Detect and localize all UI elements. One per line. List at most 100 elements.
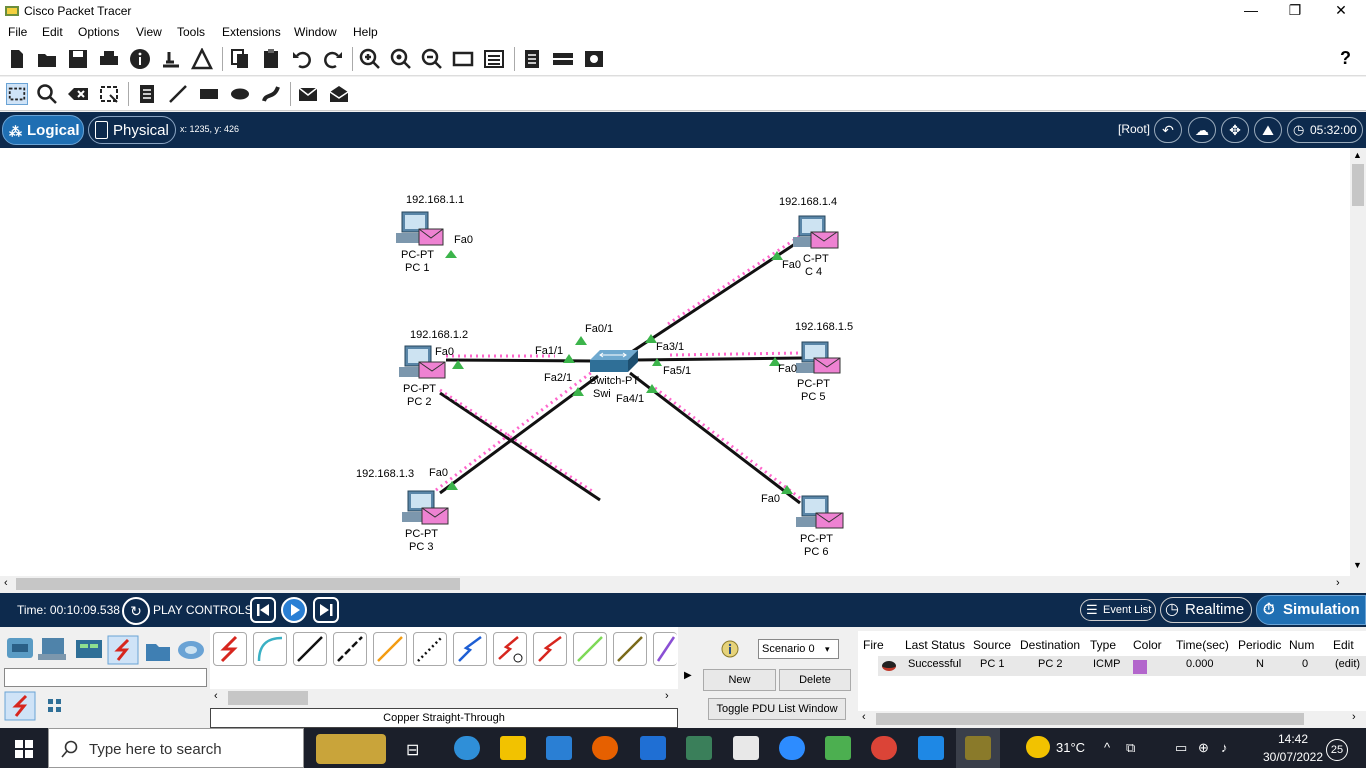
maximize-button[interactable]: ❐ — [1272, 0, 1318, 22]
inspect-icon[interactable] — [36, 83, 58, 105]
task-view-icon[interactable]: ⊟ — [406, 740, 419, 760]
console-cable-button[interactable] — [253, 632, 287, 666]
media-player-icon[interactable] — [686, 736, 712, 760]
draw-line-icon[interactable] — [167, 83, 189, 105]
pc4-icon[interactable] — [793, 215, 839, 249]
battery-icon[interactable]: ▭ — [1175, 740, 1187, 756]
pc5-icon[interactable] — [796, 341, 841, 374]
serial-dte-button[interactable] — [533, 632, 567, 666]
zoom-out-icon[interactable] — [421, 48, 443, 70]
info-icon[interactable] — [129, 48, 151, 70]
resize-shape-icon[interactable] — [98, 83, 120, 105]
phone-cable-button[interactable] — [413, 632, 447, 666]
info-icon[interactable] — [721, 640, 739, 658]
drawing-palette-icon[interactable] — [452, 48, 474, 70]
switch-icon[interactable] — [590, 350, 638, 372]
help-icon[interactable]: ? — [1340, 48, 1351, 69]
root-breadcrumb[interactable]: [Root] — [1118, 122, 1150, 136]
menu-edit[interactable]: Edit — [42, 25, 63, 39]
taskbar-search-box[interactable]: Type here to search — [48, 728, 304, 768]
back-icon[interactable]: ↶ — [1154, 117, 1182, 143]
delete-scenario-button[interactable]: Delete — [779, 669, 851, 691]
header-type[interactable]: Type — [1090, 638, 1116, 652]
miscellaneous-icon[interactable] — [146, 644, 170, 661]
logical-tab[interactable]: ⁂ Logical — [2, 115, 84, 145]
link-pc4[interactable] — [629, 234, 801, 355]
new-scenario-button[interactable]: New — [703, 669, 776, 691]
link-pc3[interactable] — [435, 370, 599, 495]
menu-tools[interactable]: Tools — [177, 25, 205, 39]
redo-icon[interactable] — [322, 48, 344, 70]
system-date[interactable]: 30/07/2022 — [1256, 750, 1330, 764]
event-list-button[interactable]: ☰ Event List — [1080, 599, 1156, 621]
header-edit[interactable]: Edit — [1333, 638, 1354, 652]
fiber-button[interactable] — [373, 632, 407, 666]
scroll-right-icon[interactable]: › — [1336, 577, 1340, 589]
simulation-mode-button[interactable]: ⏱ Simulation — [1256, 595, 1366, 625]
file-explorer-icon[interactable] — [500, 736, 526, 760]
fire-indicator-icon[interactable] — [882, 661, 896, 671]
photos-icon[interactable] — [918, 736, 944, 760]
pdu-scroll-thumb[interactable] — [876, 713, 1304, 725]
edge-icon[interactable] — [454, 736, 480, 760]
place-note-icon[interactable] — [136, 83, 158, 105]
notification-count[interactable]: 25 — [1326, 739, 1348, 761]
grid-view-icon[interactable] — [46, 697, 64, 715]
draw-rectangle-icon[interactable] — [198, 83, 220, 105]
undo-icon[interactable] — [291, 48, 313, 70]
background-icon[interactable]: ⛰ — [1254, 117, 1282, 143]
copy-icon[interactable] — [229, 48, 251, 70]
end-devices-icon[interactable] — [38, 638, 66, 660]
activity-wizard-icon[interactable] — [191, 48, 213, 70]
header-last-status[interactable]: Last Status — [905, 638, 965, 652]
save-icon[interactable] — [67, 48, 89, 70]
menu-options[interactable]: Options — [78, 25, 119, 39]
toggle-pdu-list-button[interactable]: Toggle PDU List Window — [708, 698, 846, 720]
open-folder-icon[interactable] — [36, 48, 58, 70]
weather-temperature[interactable]: 31°C — [1056, 740, 1085, 755]
vertical-scroll-thumb[interactable] — [1352, 164, 1364, 206]
zoom-in-icon[interactable] — [359, 48, 381, 70]
system-time[interactable]: 14:42 — [1264, 732, 1322, 746]
scroll-down-icon[interactable]: ▼ — [1353, 560, 1362, 570]
network-devices-icon[interactable] — [7, 638, 33, 658]
custom-device-icon[interactable] — [483, 48, 505, 70]
scroll-right-icon[interactable]: › — [665, 690, 669, 702]
scroll-left-icon[interactable]: ‹ — [214, 690, 218, 702]
workspace-vertical-scrollbar[interactable]: ▲ ▼ — [1350, 148, 1366, 576]
windows-start-icon[interactable] — [15, 740, 33, 758]
step-forward-button[interactable] — [313, 597, 339, 623]
copper-cross-over-button[interactable] — [333, 632, 367, 666]
multiuser-icon[interactable] — [178, 641, 204, 659]
scroll-right-icon[interactable]: › — [1352, 711, 1356, 723]
pc3-icon[interactable] — [402, 490, 449, 525]
header-destination[interactable]: Destination — [1020, 638, 1080, 652]
close-button[interactable]: ✕ — [1318, 0, 1364, 22]
tray-chevron-icon[interactable]: ^ — [1104, 740, 1110, 755]
workspace-clock[interactable]: ◷ 05:32:00 — [1287, 117, 1363, 143]
weather-icon[interactable] — [1026, 736, 1050, 758]
logical-workspace[interactable]: 192.168.1.1 Fa0 PC-PT PC 1 192.168.1.2 F… — [0, 148, 1350, 576]
pc1-icon[interactable] — [396, 211, 444, 246]
cluster-icon[interactable]: ☁ — [1188, 117, 1216, 143]
scroll-left-icon[interactable]: ‹ — [4, 577, 8, 589]
menu-view[interactable]: View — [136, 25, 162, 39]
components-icon[interactable] — [76, 640, 102, 658]
viewport-icon[interactable] — [583, 48, 605, 70]
delete-icon[interactable] — [67, 83, 89, 105]
copper-straight-through-button[interactable] — [293, 632, 327, 666]
volume-icon[interactable]: ♪ — [1221, 740, 1228, 755]
move-viewport-icon[interactable]: ✥ — [1221, 117, 1249, 143]
header-color[interactable]: Color — [1133, 638, 1162, 652]
menu-file[interactable]: File — [8, 25, 27, 39]
menu-window[interactable]: Window — [294, 25, 337, 39]
header-fire[interactable]: Fire — [863, 638, 884, 652]
zoom-app-icon[interactable] — [779, 736, 805, 760]
header-periodic[interactable]: Periodic — [1238, 638, 1281, 652]
dropbox-icon[interactable] — [640, 736, 666, 760]
zoom-reset-icon[interactable] — [390, 48, 412, 70]
freeform-icon[interactable] — [260, 83, 282, 105]
physical-tab[interactable]: Physical — [88, 116, 176, 144]
minimize-button[interactable]: — — [1228, 0, 1274, 22]
panel-collapse-icon[interactable]: ▶ — [684, 670, 692, 681]
